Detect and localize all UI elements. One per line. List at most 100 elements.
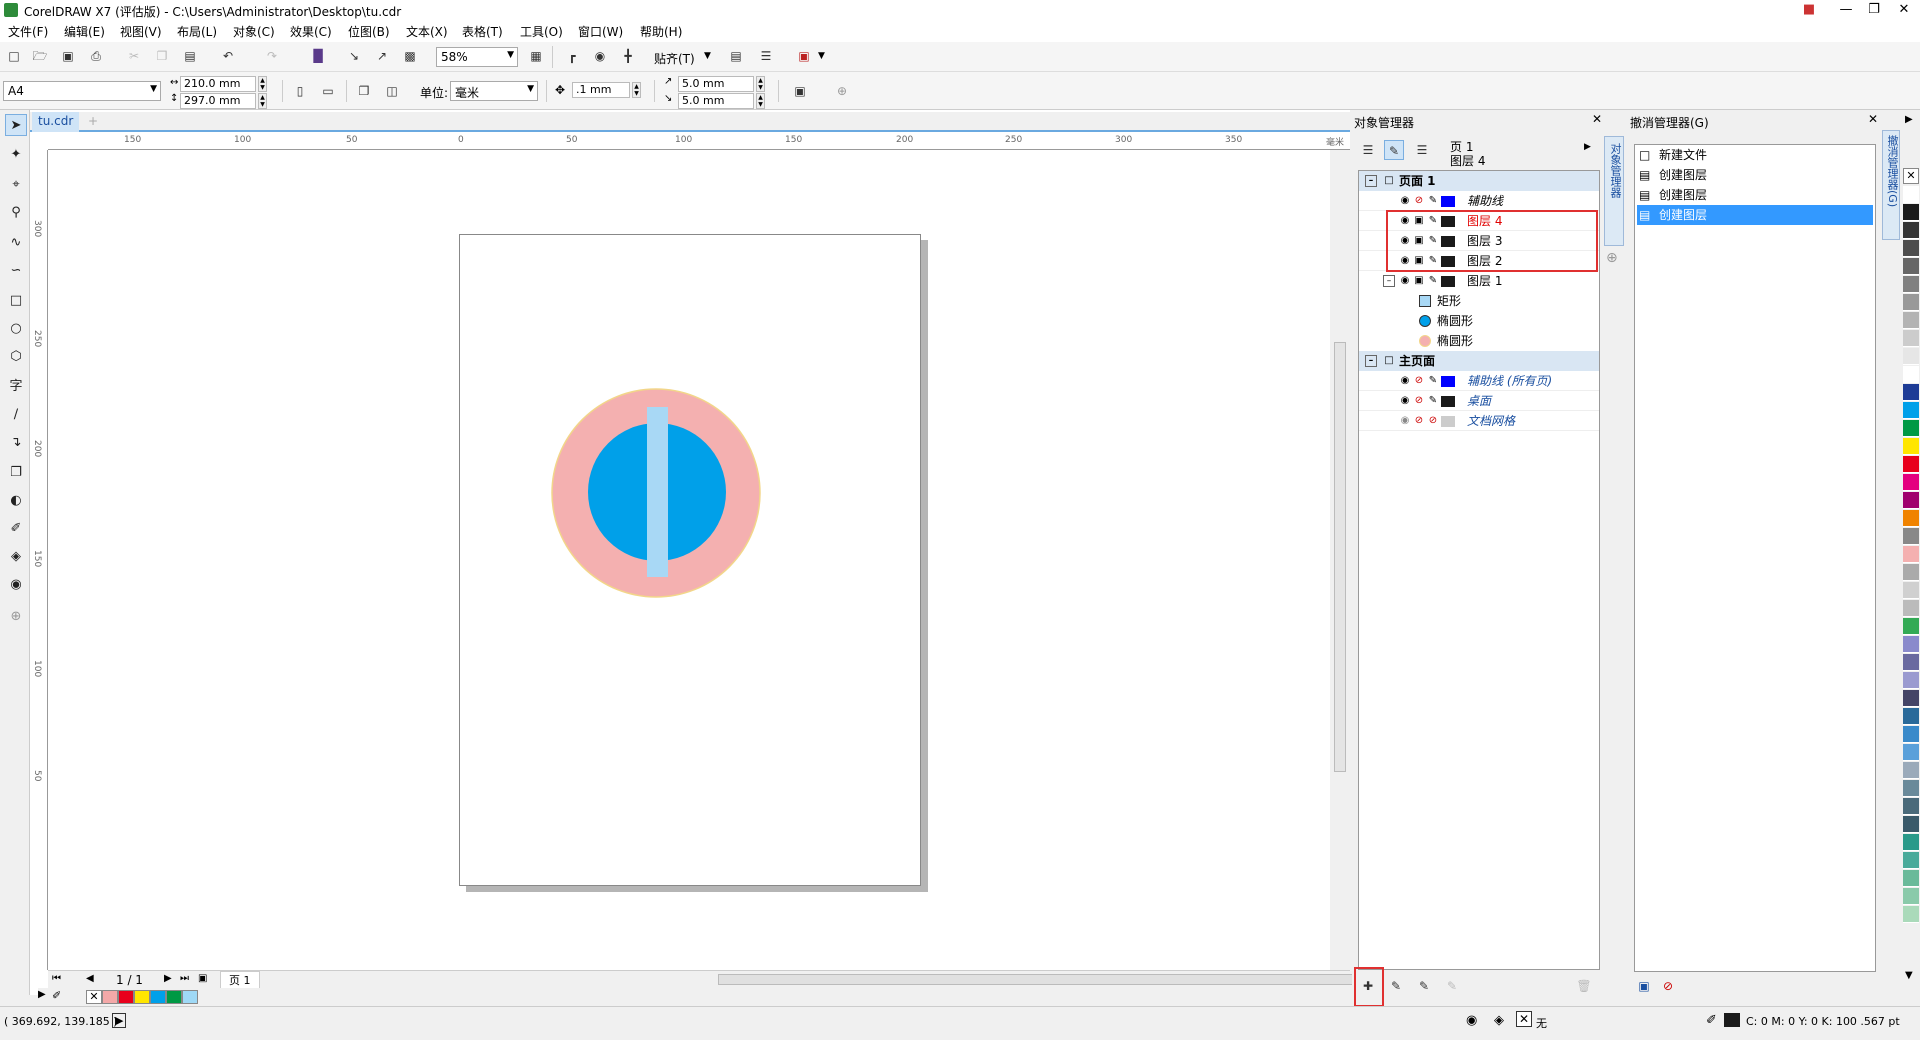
first-page-icon[interactable]: ⏮: [52, 973, 61, 984]
palette-color-swatch[interactable]: [1903, 240, 1919, 257]
treat-as-filled-icon[interactable]: ▣: [790, 81, 810, 101]
palette-swatch[interactable]: [166, 990, 182, 1004]
portrait-icon[interactable]: ▯: [290, 81, 310, 101]
copy-icon[interactable]: ❐: [152, 46, 172, 66]
palette-color-swatch[interactable]: [1903, 420, 1919, 437]
palette-color-swatch[interactable]: [1903, 654, 1919, 671]
crop-tool-icon[interactable]: ⌖: [5, 174, 27, 196]
status-arrow-icon[interactable]: ▶: [112, 1013, 127, 1028]
palette-color-swatch[interactable]: [1903, 546, 1919, 563]
palette-color-swatch[interactable]: [1903, 834, 1919, 851]
eye-icon[interactable]: ◉: [1399, 395, 1411, 407]
menu-edit[interactable]: 编辑(E): [64, 23, 105, 40]
welcome-screen-icon[interactable]: ▣: [794, 46, 814, 66]
palette-color-swatch[interactable]: [1903, 366, 1919, 383]
tree-object-row[interactable]: 椭圆形: [1359, 311, 1599, 331]
palette-color-swatch[interactable]: [1903, 852, 1919, 869]
edit-across-layers-icon[interactable]: ✎: [1384, 140, 1404, 160]
rectangle-shape[interactable]: [647, 407, 668, 577]
add-docker-icon[interactable]: ⊕: [1606, 250, 1618, 266]
palette-color-swatch[interactable]: [1903, 492, 1919, 509]
new-tab-icon[interactable]: +: [88, 114, 98, 128]
cut-icon[interactable]: ✂: [124, 46, 144, 66]
menu-help[interactable]: 帮助(H): [640, 23, 682, 40]
palette-swatch[interactable]: [102, 990, 118, 1004]
color-eyedropper-icon[interactable]: ✐: [52, 989, 61, 1002]
palette-color-swatch[interactable]: [1903, 564, 1919, 581]
snap-arrow-icon[interactable]: ▼: [704, 51, 711, 61]
menu-effects[interactable]: 效果(C): [290, 23, 332, 40]
connector-tool-icon[interactable]: ↴: [5, 432, 27, 454]
guidelines-icon[interactable]: ╋: [618, 46, 638, 66]
no-print-icon[interactable]: ⊘: [1413, 415, 1425, 427]
palette-scroll-down-icon[interactable]: ▼: [1905, 970, 1913, 981]
tree-page-row[interactable]: – □ 主页面: [1359, 351, 1599, 371]
undo-item-selected[interactable]: ▤ 创建图层: [1637, 205, 1873, 225]
add-tool-icon[interactable]: ⊕: [5, 606, 27, 628]
panel-close-icon[interactable]: ✕: [1592, 112, 1602, 126]
tree-layer-row[interactable]: – ◉ ▣ ✎ 图层 1: [1359, 271, 1599, 291]
new-master-layer-all-icon[interactable]: ✎: [1414, 976, 1434, 996]
collapse-icon[interactable]: –: [1365, 175, 1377, 187]
edit-icon[interactable]: ✎: [1427, 275, 1439, 287]
artistic-media-icon[interactable]: ∽: [5, 260, 27, 282]
polygon-tool-icon[interactable]: ⬡: [5, 346, 27, 368]
palette-color-swatch[interactable]: [1903, 474, 1919, 491]
print-icon[interactable]: ▣: [1413, 275, 1425, 287]
new-master-layer-icon[interactable]: ✎: [1386, 976, 1406, 996]
palette-swatch[interactable]: [118, 990, 134, 1004]
eye-closed-icon[interactable]: ◉: [1399, 415, 1411, 427]
object-manager-docker-tab[interactable]: 对象管理器: [1604, 136, 1624, 246]
restore-button[interactable]: ❐: [1860, 0, 1888, 20]
palette-color-swatch[interactable]: [1903, 438, 1919, 455]
print-icon[interactable]: ⎙: [86, 46, 106, 66]
palette-color-swatch[interactable]: [1903, 618, 1919, 635]
undo-panel-close-icon[interactable]: ✕: [1868, 112, 1878, 126]
add-toolbar-icon[interactable]: ⊕: [832, 81, 852, 101]
shape-tool-icon[interactable]: ✦: [5, 144, 27, 166]
palette-color-swatch[interactable]: [1903, 510, 1919, 527]
zoom-tool-icon[interactable]: ⚲: [5, 202, 27, 224]
units-combo[interactable]: 毫米 ▼: [450, 81, 538, 101]
edit-icon[interactable]: ✎: [1427, 375, 1439, 387]
palette-color-swatch[interactable]: [1903, 744, 1919, 761]
menu-layout[interactable]: 布局(L): [177, 23, 217, 40]
tree-layer-row[interactable]: ◉ ⊘ ⊘ 文档网格: [1359, 411, 1599, 431]
menu-bitmap[interactable]: 位图(B): [348, 23, 390, 40]
eyedropper-tool-icon[interactable]: ✐: [5, 518, 27, 540]
all-pages-icon[interactable]: ❐: [354, 81, 374, 101]
palette-color-swatch[interactable]: [1903, 888, 1919, 905]
add-page-icon[interactable]: ▣: [198, 973, 207, 984]
paste-icon[interactable]: ▤: [180, 46, 200, 66]
open-icon[interactable]: 🗁: [30, 46, 50, 66]
undo-item[interactable]: ▤ 创建图层: [1637, 185, 1873, 205]
full-screen-icon[interactable]: ▦: [526, 46, 546, 66]
outline-pen-icon[interactable]: ✐: [1706, 1013, 1717, 1028]
next-page-icon[interactable]: ▶: [164, 973, 172, 984]
text-tool-icon[interactable]: 字: [5, 376, 27, 398]
no-print-icon[interactable]: ⊘: [1413, 195, 1425, 207]
palette-swatch[interactable]: [134, 990, 150, 1004]
new-icon[interactable]: □: [4, 46, 24, 66]
close-button[interactable]: ✕: [1890, 0, 1918, 20]
last-page-icon[interactable]: ⏭: [180, 973, 189, 984]
layer-color-swatch[interactable]: [1441, 276, 1455, 287]
page-tab[interactable]: 页 1: [220, 971, 260, 989]
duplicate-y-field[interactable]: 5.0 mm: [678, 93, 754, 109]
palette-color-swatch[interactable]: [1903, 600, 1919, 617]
panel-menu-arrow-icon[interactable]: ▶: [1584, 142, 1591, 152]
zoom-combo[interactable]: 58% ▼: [436, 47, 518, 67]
dimension-tool-icon[interactable]: ∕: [5, 404, 27, 426]
landscape-icon[interactable]: ▭: [318, 81, 338, 101]
palette-color-swatch[interactable]: [1903, 294, 1919, 311]
palette-color-swatch[interactable]: [1903, 708, 1919, 725]
tree-layer-row[interactable]: ◉ ⊘ ✎ 辅助线 (所有页): [1359, 371, 1599, 391]
palette-color-swatch[interactable]: [1903, 672, 1919, 689]
dup-y-spinner[interactable]: ▲ ▼: [756, 93, 765, 109]
collapse-icon[interactable]: –: [1365, 355, 1377, 367]
duplicate-x-field[interactable]: 5.0 mm: [678, 76, 754, 92]
width-spinner[interactable]: ▲ ▼: [258, 76, 267, 92]
layer-manager-view-icon[interactable]: ☰: [1412, 140, 1432, 160]
vertical-scrollbar[interactable]: [1330, 150, 1350, 970]
eye-icon[interactable]: ◉: [1399, 275, 1411, 287]
